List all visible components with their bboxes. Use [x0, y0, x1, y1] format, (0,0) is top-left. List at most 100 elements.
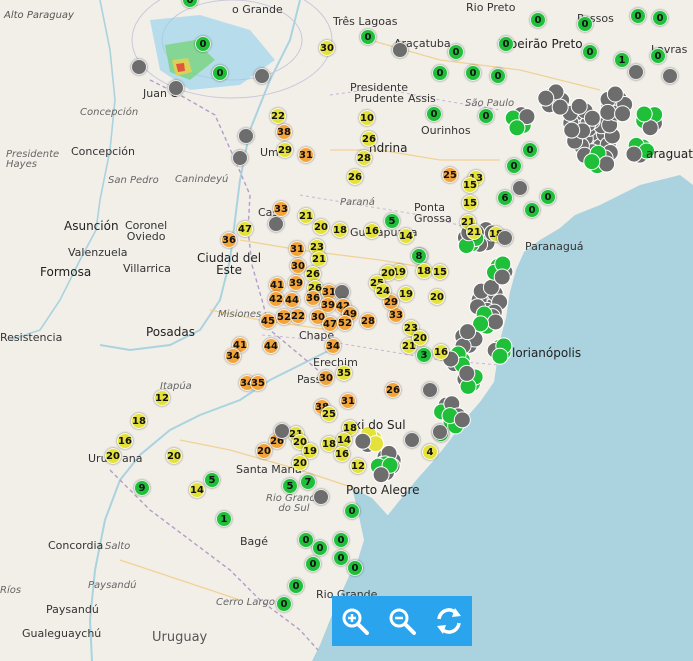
station-marker[interactable]: 14 [398, 228, 414, 244]
station-marker[interactable]: 0 [498, 36, 514, 52]
station-marker[interactable]: 29 [277, 142, 293, 158]
station-marker[interactable]: 20 [313, 219, 329, 235]
station-marker[interactable]: 47 [237, 221, 253, 237]
station-marker[interactable]: 26 [361, 131, 377, 147]
station-marker[interactable]: 0 [652, 10, 668, 26]
station-marker[interactable]: 25 [442, 167, 458, 183]
station-marker[interactable]: 30 [290, 258, 306, 274]
cluster-marker[interactable] [458, 364, 476, 382]
station-marker[interactable]: 0 [333, 532, 349, 548]
cluster-marker[interactable] [537, 89, 555, 107]
station-marker[interactable]: 9 [134, 480, 150, 496]
cluster-marker[interactable] [354, 432, 372, 450]
station-marker[interactable]: 34 [325, 338, 341, 354]
cluster-marker[interactable] [493, 268, 511, 286]
station-marker[interactable]: 18 [332, 222, 348, 238]
station-marker[interactable]: 0 [524, 202, 540, 218]
offline-station-marker[interactable] [232, 150, 248, 166]
cluster-marker[interactable] [598, 155, 616, 173]
station-marker[interactable]: 36 [221, 232, 237, 248]
offline-station-marker[interactable] [274, 423, 290, 439]
offline-station-marker[interactable] [254, 68, 270, 84]
station-marker[interactable]: 5 [204, 472, 220, 488]
station-marker[interactable]: 16 [334, 446, 350, 462]
station-marker[interactable]: 0 [530, 12, 546, 28]
station-marker[interactable]: 45 [260, 313, 276, 329]
station-marker[interactable]: 28 [356, 150, 372, 166]
station-marker[interactable]: 0 [465, 65, 481, 81]
station-marker[interactable]: 15 [462, 177, 478, 193]
station-marker[interactable]: 7 [300, 474, 316, 490]
station-marker[interactable]: 20 [256, 443, 272, 459]
station-marker[interactable]: 0 [582, 44, 598, 60]
cluster-marker[interactable] [486, 313, 504, 331]
station-marker[interactable]: 0 [360, 29, 376, 45]
offline-station-marker[interactable] [131, 59, 147, 75]
cluster-marker[interactable] [583, 153, 601, 171]
station-marker[interactable]: 0 [212, 65, 228, 81]
offline-station-marker[interactable] [238, 128, 254, 144]
offline-station-marker[interactable] [313, 489, 329, 505]
offline-station-marker[interactable] [422, 382, 438, 398]
cluster-marker[interactable] [563, 121, 581, 139]
cluster-marker[interactable] [508, 119, 526, 137]
station-marker[interactable]: 52 [337, 315, 353, 331]
station-marker[interactable]: 20 [292, 455, 308, 471]
cluster-marker[interactable] [606, 85, 624, 103]
station-marker[interactable]: 15 [432, 264, 448, 280]
refresh-button[interactable] [431, 603, 467, 639]
station-marker[interactable]: 16 [433, 344, 449, 360]
station-marker[interactable]: 35 [250, 375, 266, 391]
offline-station-marker[interactable] [512, 180, 528, 196]
offline-station-marker[interactable] [628, 64, 644, 80]
station-marker[interactable]: 30 [318, 370, 334, 386]
station-marker[interactable]: 0 [344, 503, 360, 519]
cluster-marker[interactable] [491, 347, 509, 365]
station-marker[interactable]: 12 [154, 390, 170, 406]
station-marker[interactable]: 31 [340, 393, 356, 409]
cluster-marker[interactable] [635, 105, 653, 123]
cluster-marker[interactable] [599, 103, 617, 121]
offline-station-marker[interactable] [404, 432, 420, 448]
station-marker[interactable]: 35 [336, 365, 352, 381]
station-marker[interactable]: 20 [166, 448, 182, 464]
station-marker[interactable]: 0 [478, 108, 494, 124]
station-marker[interactable]: 0 [448, 44, 464, 60]
station-marker[interactable]: 0 [650, 48, 666, 64]
station-marker[interactable]: 0 [312, 540, 328, 556]
offline-station-marker[interactable] [432, 424, 448, 440]
station-marker[interactable]: 30 [319, 40, 335, 56]
station-marker[interactable]: 24 [375, 283, 391, 299]
station-marker[interactable]: 21 [466, 224, 482, 240]
station-marker[interactable]: 0 [195, 36, 211, 52]
station-marker[interactable]: 0 [426, 106, 442, 122]
station-marker[interactable]: 1 [614, 52, 630, 68]
offline-station-marker[interactable] [268, 216, 284, 232]
station-marker[interactable]: 18 [416, 263, 432, 279]
cluster-marker[interactable] [372, 466, 390, 484]
station-marker[interactable]: 1 [216, 511, 232, 527]
offline-station-marker[interactable] [392, 42, 408, 58]
offline-station-marker[interactable] [497, 230, 513, 246]
station-marker[interactable]: 20 [429, 289, 445, 305]
station-marker[interactable]: 20 [412, 330, 428, 346]
station-marker[interactable]: 47 [322, 316, 338, 332]
station-marker[interactable]: 5 [384, 213, 400, 229]
station-marker[interactable]: 25 [321, 406, 337, 422]
station-marker[interactable]: 38 [276, 124, 292, 140]
station-marker[interactable]: 5 [282, 478, 298, 494]
station-marker[interactable]: 36 [305, 290, 321, 306]
cluster-marker[interactable] [551, 98, 569, 116]
cluster-marker[interactable] [614, 105, 632, 123]
station-marker[interactable]: 20 [105, 448, 121, 464]
station-marker[interactable]: 31 [289, 241, 305, 257]
station-marker[interactable]: 0 [630, 8, 646, 24]
station-marker[interactable]: 0 [522, 142, 538, 158]
cluster-marker[interactable] [625, 145, 643, 163]
station-marker[interactable]: 44 [284, 292, 300, 308]
station-marker[interactable]: 0 [432, 65, 448, 81]
station-marker[interactable]: 18 [131, 413, 147, 429]
offline-station-marker[interactable] [662, 68, 678, 84]
station-marker[interactable]: 42 [268, 291, 284, 307]
station-marker[interactable]: 0 [540, 189, 556, 205]
